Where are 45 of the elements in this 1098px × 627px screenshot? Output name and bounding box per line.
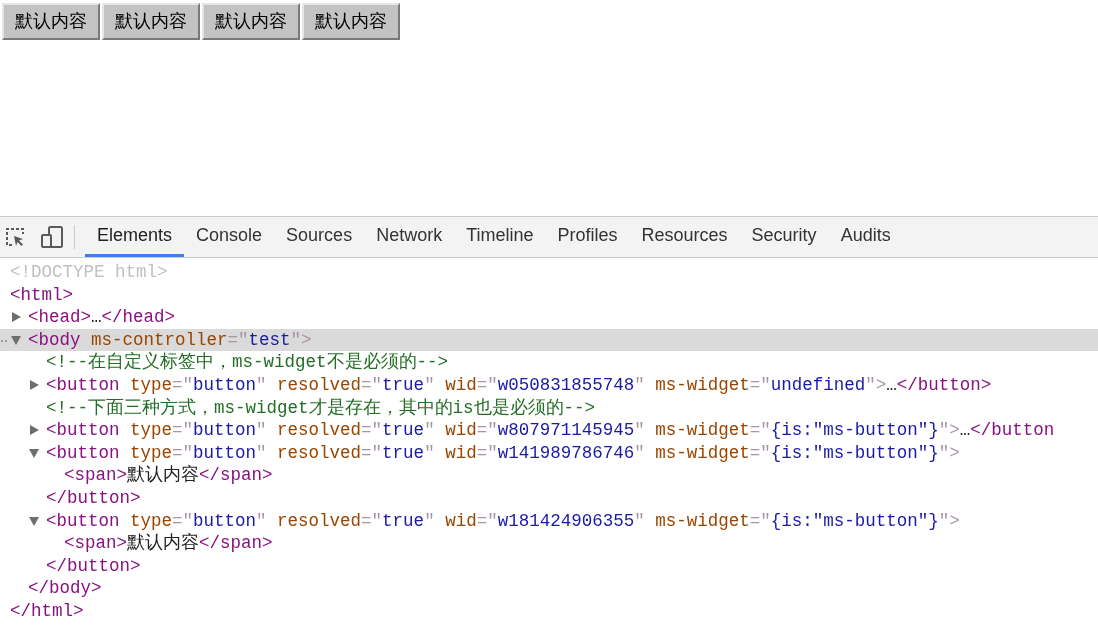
code-line: <span>默认内容</span> xyxy=(64,532,273,555)
page-button[interactable]: 默认内容 xyxy=(102,3,200,40)
tree-row[interactable]: <html> xyxy=(0,283,1098,307)
code-line: </button> xyxy=(46,554,141,578)
more-dots-icon[interactable] xyxy=(1,339,7,342)
devtools-tab[interactable]: Security xyxy=(739,217,829,257)
code-line: </body> xyxy=(28,577,102,600)
tree-row[interactable]: <button type="button" resolved="true" wid="w141989786746" ms-widget="{is:"ms-button"}"> xyxy=(0,441,1098,465)
code-line: <head>…</head> xyxy=(28,306,176,329)
devtools-tab[interactable]: Elements xyxy=(85,217,185,257)
page-button[interactable]: 默认内容 xyxy=(202,3,300,40)
code-line: <body ms-controller="test"> xyxy=(28,328,312,352)
tree-row[interactable]: <button type="button" resolved="true" wid="w181424906355" ms-widget="{is:"ms-button"}"> xyxy=(0,509,1098,533)
tree-row[interactable]: <!--在自定义标签中，ms-widget不是必须的--> xyxy=(0,351,1098,374)
code-line: <!--下面三种方式，ms-widget才是存在，其中的is也是必须的--> xyxy=(46,396,596,420)
device-mode-icon[interactable] xyxy=(40,225,64,249)
code-line: <button type="button" resolved="true" wid="w141989786746" ms-widget="{is:"ms-button"}"> xyxy=(46,441,960,465)
devtools-tab[interactable]: Network xyxy=(364,217,455,257)
code-line: </html> xyxy=(10,599,84,623)
page-button[interactable]: 默认内容 xyxy=(302,3,400,40)
triangle-icon[interactable] xyxy=(29,515,39,526)
code-line: </button> xyxy=(46,486,141,510)
code-line: <span>默认内容</span> xyxy=(64,464,273,487)
code-line: <!DOCTYPE html> xyxy=(10,261,168,284)
code-line: <!--在自定义标签中，ms-widget不是必须的--> xyxy=(46,351,449,374)
triangle-icon[interactable] xyxy=(29,380,39,391)
code-line: <button type="button" resolved="true" wid="w181424906355" ms-widget="{is:"ms-button"}"> xyxy=(46,509,960,533)
triangle-icon[interactable] xyxy=(11,312,21,323)
devtools-tab[interactable]: Resources xyxy=(629,217,740,257)
tree-row[interactable]: <span>默认内容</span> xyxy=(0,464,1098,487)
devtools-tab[interactable]: Timeline xyxy=(454,217,546,257)
devtools-tab[interactable]: Sources xyxy=(274,217,365,257)
devtools-tab[interactable]: Console xyxy=(184,217,275,257)
tree-row[interactable]: <head>…</head> xyxy=(0,306,1098,329)
triangle-icon[interactable] xyxy=(29,448,39,459)
devtools-tab[interactable]: Profiles xyxy=(545,217,630,257)
code-line: <html> xyxy=(10,283,73,307)
tree-row[interactable]: <span>默认内容</span> xyxy=(0,532,1098,555)
tree-row[interactable]: <!--下面三种方式，ms-widget才是存在，其中的is也是必须的--> xyxy=(0,396,1098,420)
inspect-icon[interactable] xyxy=(4,226,26,248)
triangle-icon[interactable] xyxy=(29,425,39,436)
tree-row[interactable]: <body ms-controller="test"> xyxy=(0,328,1098,352)
page-button[interactable]: 默认内容 xyxy=(2,3,100,40)
triangle-icon[interactable] xyxy=(11,335,21,346)
devtools-tab[interactable]: Audits xyxy=(828,217,903,257)
